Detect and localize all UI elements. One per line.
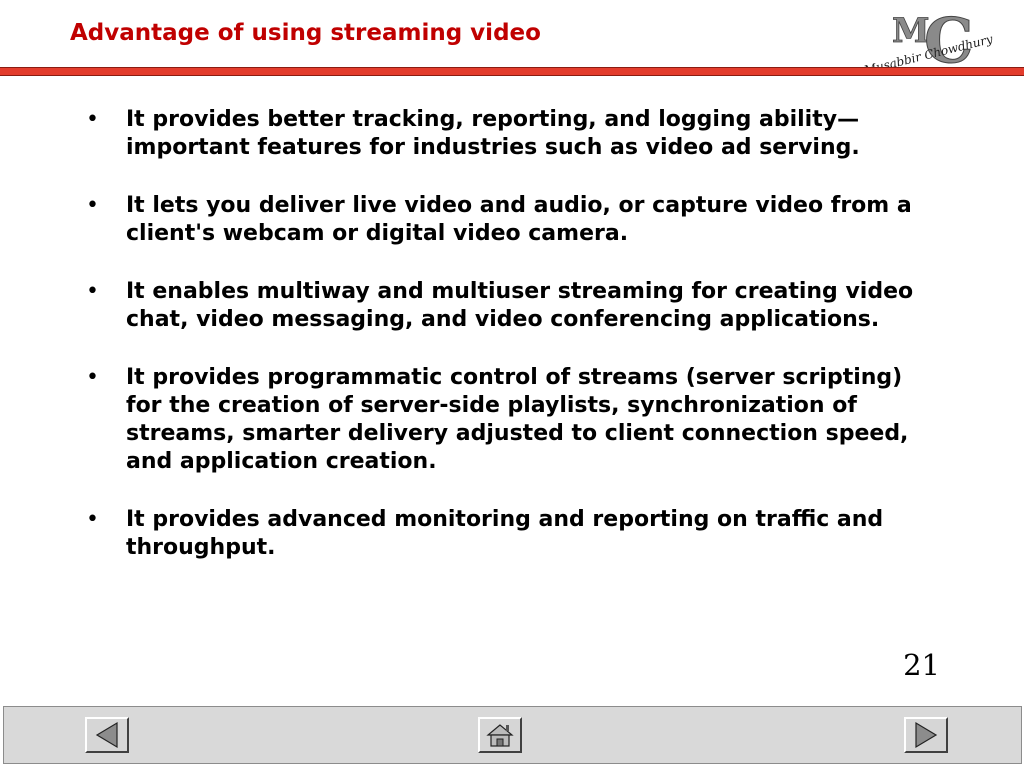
bullet-item: • It provides programmatic control of st… xyxy=(84,364,944,476)
bullet-text: It provides advanced monitoring and repo… xyxy=(126,507,884,560)
bullet-text: It provides better tracking, reporting, … xyxy=(126,107,860,160)
house-icon xyxy=(486,724,514,747)
navigation-bar xyxy=(3,706,1022,764)
triangle-left-icon xyxy=(95,721,118,749)
bullet-item: • It provides advanced monitoring and re… xyxy=(84,506,944,562)
bullet-icon: • xyxy=(86,507,99,532)
bullet-item: • It provides better tracking, reporting… xyxy=(84,106,944,162)
bullet-text: It enables multiway and multiuser stream… xyxy=(126,279,914,332)
title-divider xyxy=(0,67,1024,76)
bullet-icon: • xyxy=(86,107,99,132)
bullet-icon: • xyxy=(86,365,99,390)
next-slide-button[interactable] xyxy=(904,717,948,753)
home-button[interactable] xyxy=(478,717,522,753)
bullet-icon: • xyxy=(86,193,99,218)
bullet-item: • It lets you deliver live video and aud… xyxy=(84,192,944,248)
slide-title: Advantage of using streaming video xyxy=(70,20,541,46)
bullet-item: • It enables multiway and multiuser stre… xyxy=(84,278,944,334)
mc-logo: M C Musabbir Chowdhury xyxy=(858,4,1016,78)
page-number: 21 xyxy=(903,648,940,682)
bullet-list: • It provides better tracking, reporting… xyxy=(84,106,944,592)
bullet-text: It provides programmatic control of stre… xyxy=(126,365,909,474)
triangle-right-icon xyxy=(915,721,938,749)
previous-slide-button[interactable] xyxy=(85,717,129,753)
bullet-icon: • xyxy=(86,279,99,304)
bullet-text: It lets you deliver live video and audio… xyxy=(126,193,912,246)
